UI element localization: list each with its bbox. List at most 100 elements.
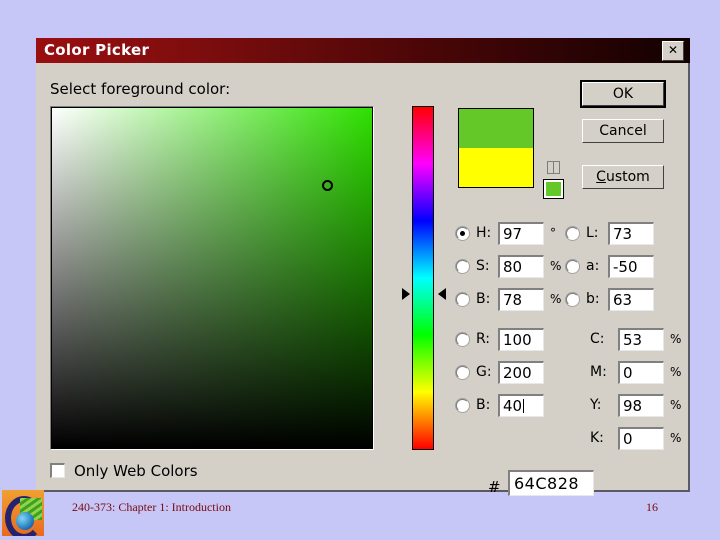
- rgb-row-b: B: 40: [456, 394, 576, 419]
- rgb-value-g: 200: [503, 364, 532, 382]
- lab-row-b: b: 63: [566, 288, 686, 313]
- dialog-prompt: Select foreground color:: [50, 80, 231, 98]
- cmyk-row-m: M: 0%: [582, 361, 702, 386]
- hue-slider-gradient[interactable]: [413, 107, 433, 449]
- slide-background: Color Picker ✕ Select foreground color: …: [0, 0, 720, 540]
- hsb-input-h[interactable]: 97: [498, 222, 544, 245]
- hsb-input-s[interactable]: 80: [498, 255, 544, 278]
- rgb-radio-r[interactable]: [456, 333, 469, 346]
- cmyk-value-k: 0: [623, 430, 633, 448]
- cmyk-input-k[interactable]: 0: [618, 427, 664, 450]
- lab-radio-a[interactable]: [566, 260, 579, 273]
- rgb-input-r[interactable]: 100: [498, 328, 544, 351]
- hsb-radio-b[interactable]: [456, 293, 469, 306]
- rgb-value-b: 40: [503, 397, 525, 415]
- hsb-radio-s[interactable]: [456, 260, 469, 273]
- logo-globe: [16, 512, 34, 530]
- color-field-gradient[interactable]: [52, 108, 372, 448]
- cmyk-label-y: Y:: [590, 397, 602, 413]
- cmyk-unit-k: %: [670, 431, 682, 445]
- hsb-input-b[interactable]: 78: [498, 288, 544, 311]
- lab-label-a: a:: [586, 258, 600, 274]
- preview-new-color: [459, 109, 533, 149]
- slide-footer-text: 240-373: Chapter 1: Introduction: [72, 500, 231, 514]
- cmyk-unit-m: %: [670, 365, 682, 379]
- rgb-radio-g[interactable]: [456, 366, 469, 379]
- cmyk-input-y[interactable]: 98: [618, 394, 664, 417]
- hue-slider-handle-right[interactable]: [438, 288, 446, 300]
- lab-input-l[interactable]: 73: [608, 222, 654, 245]
- custom-button-rest: ustom: [605, 169, 650, 185]
- cmyk-row-c: C: 53%: [582, 328, 702, 353]
- cmyk-unit-c: %: [670, 332, 682, 346]
- cmyk-row-y: Y: 98%: [582, 394, 702, 419]
- hsb-value-b: 78: [503, 291, 523, 309]
- close-icon[interactable]: ✕: [662, 41, 684, 61]
- hex-symbol: #: [488, 478, 501, 496]
- only-web-colors-label: Only Web Colors: [74, 462, 198, 480]
- rgb-input-g[interactable]: 200: [498, 361, 544, 384]
- hsb-radio-h[interactable]: [456, 227, 469, 240]
- dialog-titlebar[interactable]: Color Picker ✕: [36, 38, 690, 63]
- websafe-swatch[interactable]: [543, 179, 564, 199]
- hsb-unit-h: °: [550, 226, 556, 240]
- lab-radio-l[interactable]: [566, 227, 579, 240]
- lab-value-l: 73: [613, 225, 633, 243]
- rgb-radio-b[interactable]: [456, 399, 469, 412]
- hsb-row-b: B: 78%: [456, 288, 576, 313]
- preview-current-color[interactable]: [459, 148, 533, 187]
- hsb-label-b: B:: [476, 291, 491, 307]
- cmyk-value-y: 98: [623, 397, 643, 415]
- cmyk-label-k: K:: [590, 430, 604, 446]
- rgb-label-g: G:: [476, 364, 492, 380]
- hue-slider[interactable]: [412, 106, 434, 450]
- slide-page-number: 16: [646, 500, 658, 514]
- cmyk-row-k: K: 0%: [582, 427, 702, 452]
- gamut-cube-icon[interactable]: ◫: [544, 158, 563, 177]
- course-logo-icon: [2, 490, 44, 536]
- lab-row-a: a: -50: [566, 255, 686, 280]
- color-picker-dialog: Color Picker ✕ Select foreground color: …: [36, 38, 690, 496]
- only-web-colors-checkbox[interactable]: [50, 463, 65, 478]
- rgb-label-b: B:: [476, 397, 491, 413]
- cmyk-unit-y: %: [670, 398, 682, 412]
- cmyk-label-m: M:: [590, 364, 607, 380]
- lab-label-l: L:: [586, 225, 599, 241]
- cmyk-label-c: C:: [590, 331, 605, 347]
- lab-row-l: L: 73: [566, 222, 686, 247]
- color-field-marker[interactable]: [322, 180, 333, 191]
- hue-slider-handle-left[interactable]: [402, 288, 410, 300]
- color-field[interactable]: [50, 106, 374, 450]
- dialog-title: Color Picker: [44, 41, 150, 59]
- lab-label-b: b:: [586, 291, 600, 307]
- rgb-value-r: 100: [503, 331, 532, 349]
- hsb-unit-s: %: [550, 259, 562, 273]
- cancel-button[interactable]: Cancel: [582, 119, 664, 143]
- ok-button[interactable]: OK: [580, 80, 666, 108]
- lab-input-b[interactable]: 63: [608, 288, 654, 311]
- hsb-value-h: 97: [503, 225, 523, 243]
- hsb-value-s: 80: [503, 258, 523, 276]
- lab-value-a: -50: [613, 258, 638, 276]
- lab-value-b: 63: [613, 291, 633, 309]
- rgb-input-b[interactable]: 40: [498, 394, 544, 417]
- cmyk-value-c: 53: [623, 331, 643, 349]
- hsb-unit-b: %: [550, 292, 562, 306]
- color-preview: [458, 108, 534, 188]
- cmyk-value-m: 0: [623, 364, 633, 382]
- hsb-label-h: H:: [476, 225, 492, 241]
- custom-button-mnemonic: C: [596, 169, 606, 185]
- lab-input-a[interactable]: -50: [608, 255, 654, 278]
- cmyk-input-m[interactable]: 0: [618, 361, 664, 384]
- cmyk-input-c[interactable]: 53: [618, 328, 664, 351]
- hsb-label-s: S:: [476, 258, 490, 274]
- hsb-row-s: S: 80%: [456, 255, 576, 280]
- lab-radio-b[interactable]: [566, 293, 579, 306]
- rgb-row-g: G: 200: [456, 361, 576, 386]
- rgb-label-r: R:: [476, 331, 491, 347]
- websafe-swatch-color: [546, 182, 561, 196]
- hex-input[interactable]: 64C828: [508, 470, 594, 496]
- custom-button[interactable]: Custom: [582, 165, 664, 189]
- rgb-row-r: R: 100: [456, 328, 576, 353]
- hex-value: 64C828: [514, 474, 580, 493]
